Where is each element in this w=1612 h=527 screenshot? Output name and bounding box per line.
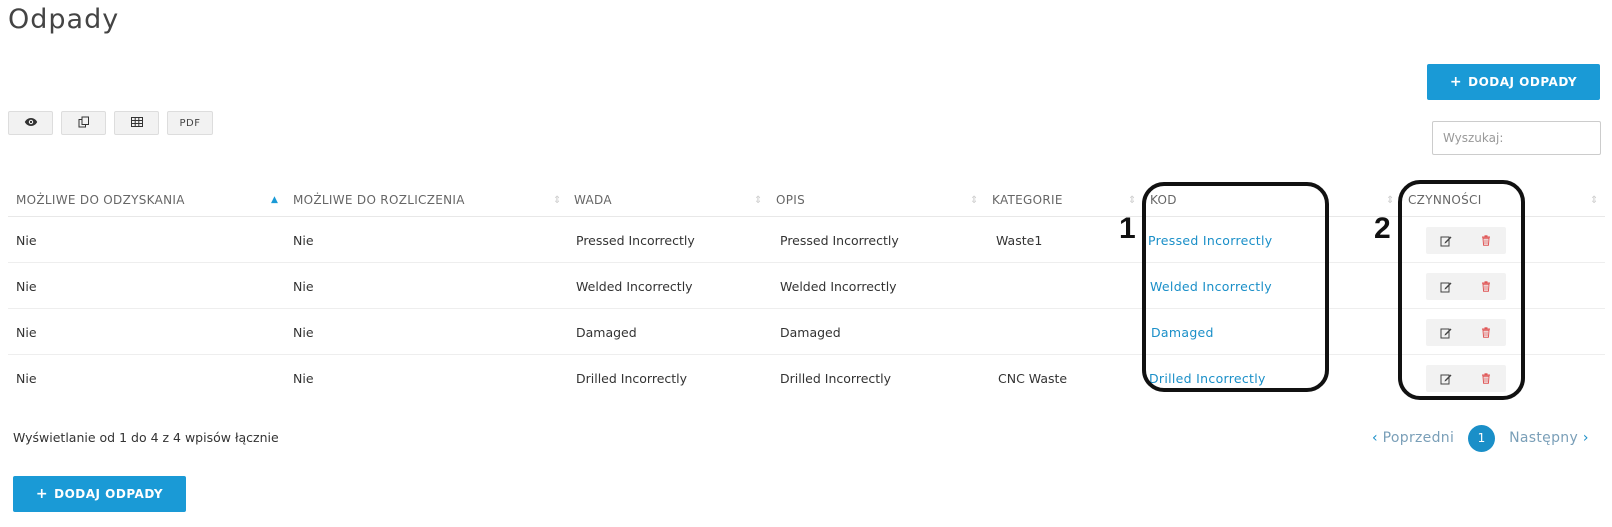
recoverable-cell: Nie	[16, 324, 37, 340]
next-page-link[interactable]: Następny ›	[1509, 430, 1589, 446]
sort-asc-icon[interactable]: ▲	[271, 183, 278, 217]
page-title: Odpady	[8, 4, 120, 35]
defect-cell: Pressed Incorrectly	[576, 232, 695, 248]
description-cell: Welded Incorrectly	[780, 278, 897, 294]
sort-icon[interactable]: ⇕	[970, 183, 978, 217]
category-cell: Waste1	[996, 232, 1043, 248]
table-row: Nie Nie Pressed Incorrectly Pressed Inco…	[8, 217, 1605, 263]
table-row: Nie Nie Damaged Damaged Damaged	[8, 309, 1605, 355]
page-1-button[interactable]: 1	[1468, 424, 1496, 452]
plus-icon: +	[1449, 74, 1463, 90]
defect-cell: Drilled Incorrectly	[576, 370, 688, 386]
recoverable-cell: Nie	[16, 232, 37, 248]
sort-icon[interactable]: ⇕	[754, 183, 762, 217]
chevron-left-icon: ‹	[1372, 430, 1378, 446]
description-cell: Damaged	[780, 324, 841, 340]
settleable-cell: Nie	[293, 370, 314, 386]
table-header: MOŻLIWE DO ODZYSKANIA ▲ MOŻLIWE DO ROZLI…	[8, 183, 1605, 217]
sort-icon[interactable]: ⇕	[553, 183, 561, 217]
previous-page-link[interactable]: ‹ Poprzedni	[1372, 430, 1454, 446]
add-waste-button-bottom[interactable]: + DODAJ ODPADY	[13, 476, 186, 512]
defect-cell: Welded Incorrectly	[576, 278, 693, 294]
header-recoverable[interactable]: MOŻLIWE DO ODZYSKANIA	[16, 183, 185, 217]
header-description[interactable]: OPIS	[776, 183, 805, 217]
category-cell: CNC Waste	[998, 370, 1068, 386]
settleable-cell: Nie	[293, 324, 314, 340]
recoverable-cell: Nie	[16, 278, 37, 294]
annotation-number-1: 1	[1119, 212, 1136, 245]
header-settleable[interactable]: MOŻLIWE DO ROZLICZENIA	[293, 183, 465, 217]
chevron-right-icon: ›	[1582, 430, 1589, 446]
annotation-number-2: 2	[1374, 212, 1391, 245]
table-icon	[130, 116, 143, 130]
header-categories[interactable]: KATEGORIE	[992, 183, 1063, 217]
header-defect[interactable]: WADA	[574, 183, 612, 217]
add-waste-button-top[interactable]: + DODAJ ODPADY	[1427, 64, 1600, 100]
table-row: Nie Nie Drilled Incorrectly Drilled Inco…	[8, 355, 1605, 401]
export-toolbar: PDF	[8, 111, 213, 135]
description-cell: Drilled Incorrectly	[780, 370, 892, 386]
pdf-export-button[interactable]: PDF	[167, 111, 213, 135]
search-input[interactable]	[1432, 121, 1601, 155]
sort-icon: ⇕	[1590, 194, 1599, 206]
settleable-cell: Nie	[293, 278, 314, 294]
add-waste-label: DODAJ ODPADY	[1468, 75, 1578, 89]
column-visibility-button[interactable]	[8, 111, 53, 135]
recoverable-cell: Nie	[16, 370, 37, 386]
annotation-box-code-column	[1142, 182, 1329, 392]
defect-cell: Damaged	[576, 324, 637, 340]
plus-icon: +	[35, 486, 49, 502]
settleable-cell: Nie	[293, 232, 314, 248]
add-waste-label: DODAJ ODPADY	[54, 487, 164, 501]
excel-export-button[interactable]	[114, 111, 159, 135]
copy-icon	[78, 116, 90, 131]
table-info: Wyświetlanie od 1 do 4 z 4 wpisów łączni…	[13, 430, 279, 445]
copy-button[interactable]	[61, 111, 106, 135]
eye-icon	[24, 117, 38, 130]
description-cell: Pressed Incorrectly	[780, 232, 899, 248]
pagination: ‹ Poprzedni 1 Następny ›	[1372, 424, 1589, 452]
annotation-box-actions-column	[1398, 180, 1525, 400]
table-row: Nie Nie Welded Incorrectly Welded Incorr…	[8, 263, 1605, 309]
